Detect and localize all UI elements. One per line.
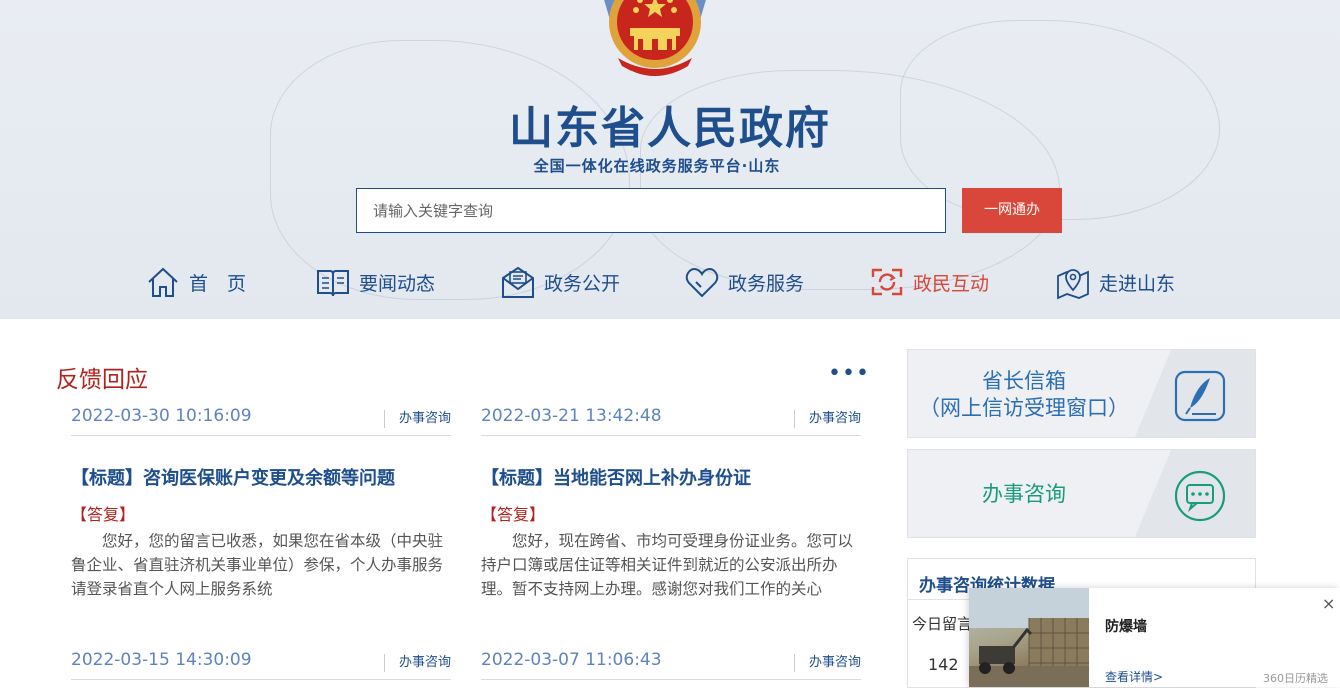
interaction-icon — [871, 268, 903, 296]
home-icon — [148, 267, 178, 297]
search-box — [356, 188, 946, 233]
card-title-link[interactable]: 【标题】当地能否网上补办身份证 — [481, 464, 861, 490]
card-meta: 2022-03-07 11:06:43 办事咨询 — [481, 650, 861, 680]
nav-label: 政务服务 — [728, 272, 805, 295]
nav-label: 要闻动态 — [359, 272, 436, 295]
card-category-link[interactable]: 办事咨询 — [383, 410, 451, 428]
card-category-link[interactable]: 办事咨询 — [383, 654, 451, 672]
book-icon — [317, 270, 349, 297]
card-date: 2022-03-21 13:42:48 — [481, 406, 662, 426]
more-button[interactable]: ••• — [828, 362, 869, 386]
envelope-icon — [502, 266, 534, 298]
site-title: 山东省人民政府 — [509, 103, 831, 154]
card-date: 2022-03-07 11:06:43 — [481, 650, 662, 670]
blast-wall-photo — [969, 588, 1089, 687]
answer-label: 【答复】 — [71, 505, 136, 524]
close-icon[interactable]: × — [1322, 596, 1335, 612]
nav-label: 政务公开 — [544, 272, 621, 295]
map-pin-icon — [1057, 269, 1089, 300]
feedback-card: 2022-03-07 11:06:43 办事咨询 — [481, 650, 861, 680]
nav-item-gov-service[interactable]: 政务服务 — [684, 258, 804, 306]
feedback-card: 2022-03-21 13:42:48 办事咨询 【标题】当地能否网上补办身份证… — [481, 406, 861, 601]
nav-label: 政民互动 — [913, 272, 990, 295]
card-category-link[interactable]: 办事咨询 — [793, 654, 861, 672]
card-meta: 2022-03-21 13:42:48 办事咨询 — [481, 406, 861, 436]
popup-brand: 360日历精选 — [1263, 672, 1328, 685]
main-nav: 首 页 要闻动态 政务公开 政务服务 政民互动 走进山东 — [0, 258, 1340, 306]
popup-image[interactable] — [969, 588, 1089, 687]
stats-column-label: 今日留言 — [912, 615, 973, 633]
answer-text: 您好，您的留言已收悉，如果您在省本级（中央驻鲁企业、省直驻济机关事业单位）参保，… — [71, 532, 444, 598]
nav-label: 首 页 — [189, 272, 247, 295]
mailbox-line2: （网上信访受理窗口） — [919, 396, 1129, 420]
governor-mailbox-button[interactable]: 省长信箱 （网上信访受理窗口） — [907, 349, 1256, 438]
ad-popup: 防爆墙 查看详情> × 360日历精选 — [969, 588, 1340, 687]
popup-title: 防爆墙 — [1105, 619, 1147, 635]
chat-bubble-icon — [1174, 470, 1226, 522]
feedback-card: 2022-03-15 14:30:09 办事咨询 — [71, 650, 451, 680]
card-date: 2022-03-30 10:16:09 — [71, 406, 252, 426]
card-date: 2022-03-15 14:30:09 — [71, 650, 252, 670]
search-button[interactable]: 一网通办 — [962, 188, 1062, 233]
card-category-link[interactable]: 办事咨询 — [793, 410, 861, 428]
card-meta: 2022-03-15 14:30:09 办事咨询 — [71, 650, 451, 680]
nav-item-home[interactable]: 首 页 — [145, 258, 246, 306]
nav-label: 走进山东 — [1099, 272, 1176, 295]
quill-pen-icon — [1174, 370, 1226, 422]
mailbox-line1: 省长信箱 — [982, 369, 1066, 393]
consultation-button[interactable]: 办事咨询 — [907, 449, 1256, 538]
answer-text: 您好，现在跨省、市均可受理身份证业务。您可以持户口簿或居住证等相关证件到就近的公… — [481, 532, 854, 598]
heart-icon — [685, 268, 719, 298]
popup-details-link[interactable]: 查看详情> — [1105, 668, 1163, 685]
card-title-link[interactable]: 【标题】咨询医保账户变更及余额等问题 — [71, 464, 451, 490]
mailbox-label: 省长信箱 （网上信访受理窗口） — [908, 368, 1140, 422]
feedback-card: 2022-03-30 10:16:09 办事咨询 【标题】咨询医保账户变更及余额… — [71, 406, 451, 601]
stats-value: 142 — [928, 655, 959, 674]
nav-item-gov-affairs[interactable]: 政务公开 — [500, 258, 620, 306]
consultation-label: 办事咨询 — [982, 482, 1066, 506]
nav-item-news[interactable]: 要闻动态 — [315, 258, 435, 306]
section-title: 反馈回应 — [56, 367, 148, 393]
nav-item-about-shandong[interactable]: 走进山东 — [1055, 258, 1175, 306]
search-input[interactable] — [357, 189, 945, 232]
nav-item-interaction[interactable]: 政民互动 — [869, 258, 989, 306]
card-meta: 2022-03-30 10:16:09 办事咨询 — [71, 406, 451, 436]
header-banner: 山东省人民政府 全国一体化在线政务服务平台·山东 一网通办 首 页 要闻动态 政… — [0, 0, 1340, 319]
national-emblem-icon — [604, 0, 706, 76]
site-subtitle: 全国一体化在线政务服务平台·山东 — [533, 157, 781, 175]
answer-label: 【答复】 — [481, 505, 546, 524]
